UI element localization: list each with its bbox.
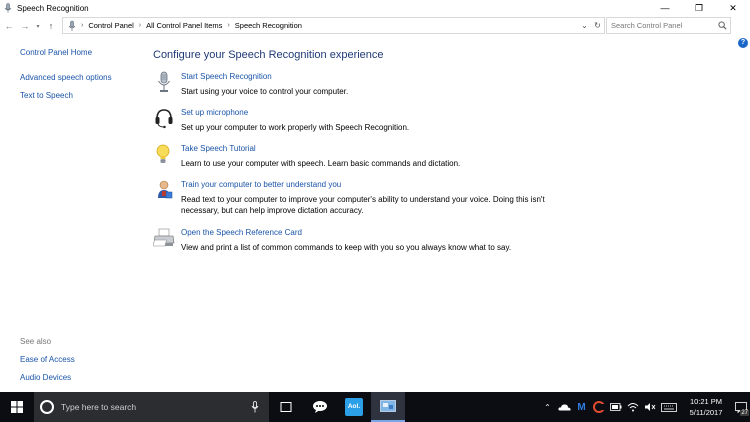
back-arrow-icon[interactable]: ← — [2, 19, 16, 33]
control-panel-home-link[interactable]: Control Panel Home — [20, 47, 145, 59]
address-actions: ⌄ ↻ — [578, 18, 604, 33]
audio-devices-link[interactable]: Audio Devices — [20, 372, 75, 384]
cortana-icon[interactable] — [40, 400, 54, 414]
up-arrow-icon[interactable]: ↑ — [44, 19, 58, 33]
recent-dropdown-icon[interactable]: ▾ — [34, 19, 42, 33]
task-description: Read text to your computer to improve yo… — [181, 195, 545, 215]
user-train-icon — [158, 180, 173, 199]
open-speech-reference-card-link[interactable]: Open the Speech Reference Card — [181, 227, 713, 238]
task-description: View and print a list of common commands… — [181, 243, 512, 252]
lightbulb-icon — [156, 144, 170, 163]
taskbar-app-chat[interactable] — [303, 392, 337, 422]
ccleaner-icon[interactable] — [590, 392, 607, 422]
wifi-icon[interactable] — [624, 392, 641, 422]
task-set-up-microphone: Set up microphone Set up your computer t… — [153, 107, 713, 143]
ease-of-access-link[interactable]: Ease of Access — [20, 354, 75, 366]
chat-bubble-icon — [313, 401, 327, 413]
title-bar: Speech Recognition — ❐ ✕ — [0, 0, 750, 16]
close-button[interactable]: ✕ — [716, 0, 750, 16]
action-center-button[interactable]: 27 — [732, 392, 750, 422]
start-button[interactable] — [0, 392, 34, 422]
page-title: Configure your Speech Recognition experi… — [153, 49, 384, 61]
taskbar-search-input[interactable]: Type here to search — [61, 402, 136, 412]
battery-icon[interactable] — [607, 392, 624, 422]
navigation-bar: ← → ▾ ↑ › Control Panel › All Control Pa… — [0, 17, 750, 35]
headset-icon — [155, 109, 173, 129]
help-icon[interactable]: ? — [738, 38, 748, 48]
see-also-label: See also — [20, 337, 52, 346]
left-pane: Control Panel Home Advanced speech optio… — [20, 47, 145, 102]
task-description: Set up your computer to work properly wi… — [181, 123, 410, 132]
microphone-app-icon — [4, 3, 12, 13]
minimize-button[interactable]: — — [648, 0, 682, 16]
chevron-right-icon: › — [81, 22, 84, 29]
task-take-speech-tutorial: Take Speech Tutorial Learn to use your c… — [153, 143, 713, 179]
breadcrumb-speech-recognition[interactable]: Speech Recognition — [235, 21, 302, 30]
taskbar-app-control-panel[interactable] — [371, 392, 405, 422]
main-content: Configure your Speech Recognition experi… — [153, 48, 713, 257]
chevron-right-icon[interactable]: › — [139, 22, 141, 29]
taskbar-app-aol[interactable]: Aol. — [337, 392, 371, 422]
chevron-right-icon[interactable]: › — [227, 22, 229, 29]
printer-icon — [153, 228, 175, 247]
task-view-button[interactable] — [269, 392, 303, 422]
train-computer-link[interactable]: Train your computer to better understand… — [181, 179, 713, 190]
task-view-icon — [280, 402, 292, 412]
task-description: Start using your voice to control your c… — [181, 87, 349, 96]
microphone-icon[interactable] — [251, 401, 259, 413]
taskbar: Type here to search Aol. ⌃ M 10:21 PM 5/… — [0, 392, 750, 422]
window-title: Speech Recognition — [17, 3, 89, 13]
advanced-speech-options-link[interactable]: Advanced speech options — [20, 72, 145, 84]
aol-icon: Aol. — [345, 398, 363, 416]
start-speech-recognition-link[interactable]: Start Speech Recognition — [181, 71, 713, 82]
chevron-up-icon[interactable]: ⌃ — [539, 392, 556, 422]
notification-count-badge: 27 — [740, 410, 749, 416]
taskbar-search-box[interactable]: Type here to search — [34, 392, 269, 422]
take-speech-tutorial-link[interactable]: Take Speech Tutorial — [181, 143, 713, 154]
clock[interactable]: 10:21 PM 5/11/2017 — [680, 396, 732, 418]
malwarebytes-icon[interactable]: M — [573, 392, 590, 422]
microphone-icon — [68, 20, 76, 31]
text-to-speech-link[interactable]: Text to Speech — [20, 90, 145, 102]
address-bar[interactable]: › Control Panel › All Control Panel Item… — [62, 17, 605, 34]
task-description: Learn to use your computer with speech. … — [181, 159, 461, 168]
microphone-icon — [158, 71, 170, 92]
see-also-section: See also Ease of Access Audio Devices — [20, 336, 75, 390]
search-input[interactable]: Search Control Panel — [611, 21, 682, 30]
system-tray: ⌃ M 10:21 PM 5/11/2017 27 — [539, 392, 750, 422]
keyboard-icon[interactable] — [658, 392, 680, 422]
restore-button[interactable]: ❐ — [682, 0, 716, 16]
forward-arrow-icon[interactable]: → — [18, 19, 32, 33]
window-controls: — ❐ ✕ — [648, 0, 750, 16]
set-up-microphone-link[interactable]: Set up microphone — [181, 107, 713, 118]
task-train-computer: Train your computer to better understand… — [153, 179, 713, 227]
breadcrumb-all-items[interactable]: All Control Panel Items — [146, 21, 222, 30]
chevron-down-icon[interactable]: ⌄ — [578, 21, 591, 30]
control-panel-window: Speech Recognition — ❐ ✕ ← → ▾ ↑ › Contr… — [0, 0, 750, 392]
search-box[interactable]: Search Control Panel — [606, 17, 731, 34]
search-icon[interactable] — [718, 21, 727, 30]
clock-time: 10:21 PM — [689, 397, 723, 406]
task-start-speech-recognition: Start Speech Recognition Start using you… — [153, 71, 713, 107]
volume-muted-icon[interactable] — [641, 392, 658, 422]
breadcrumb-control-panel[interactable]: Control Panel — [88, 21, 133, 30]
windows-logo-icon — [11, 401, 23, 413]
refresh-icon[interactable]: ↻ — [591, 21, 604, 30]
clock-date: 5/11/2017 — [689, 408, 723, 417]
control-panel-icon — [380, 400, 396, 412]
onedrive-icon[interactable] — [556, 392, 573, 422]
task-speech-reference-card: Open the Speech Reference Card View and … — [153, 227, 713, 257]
